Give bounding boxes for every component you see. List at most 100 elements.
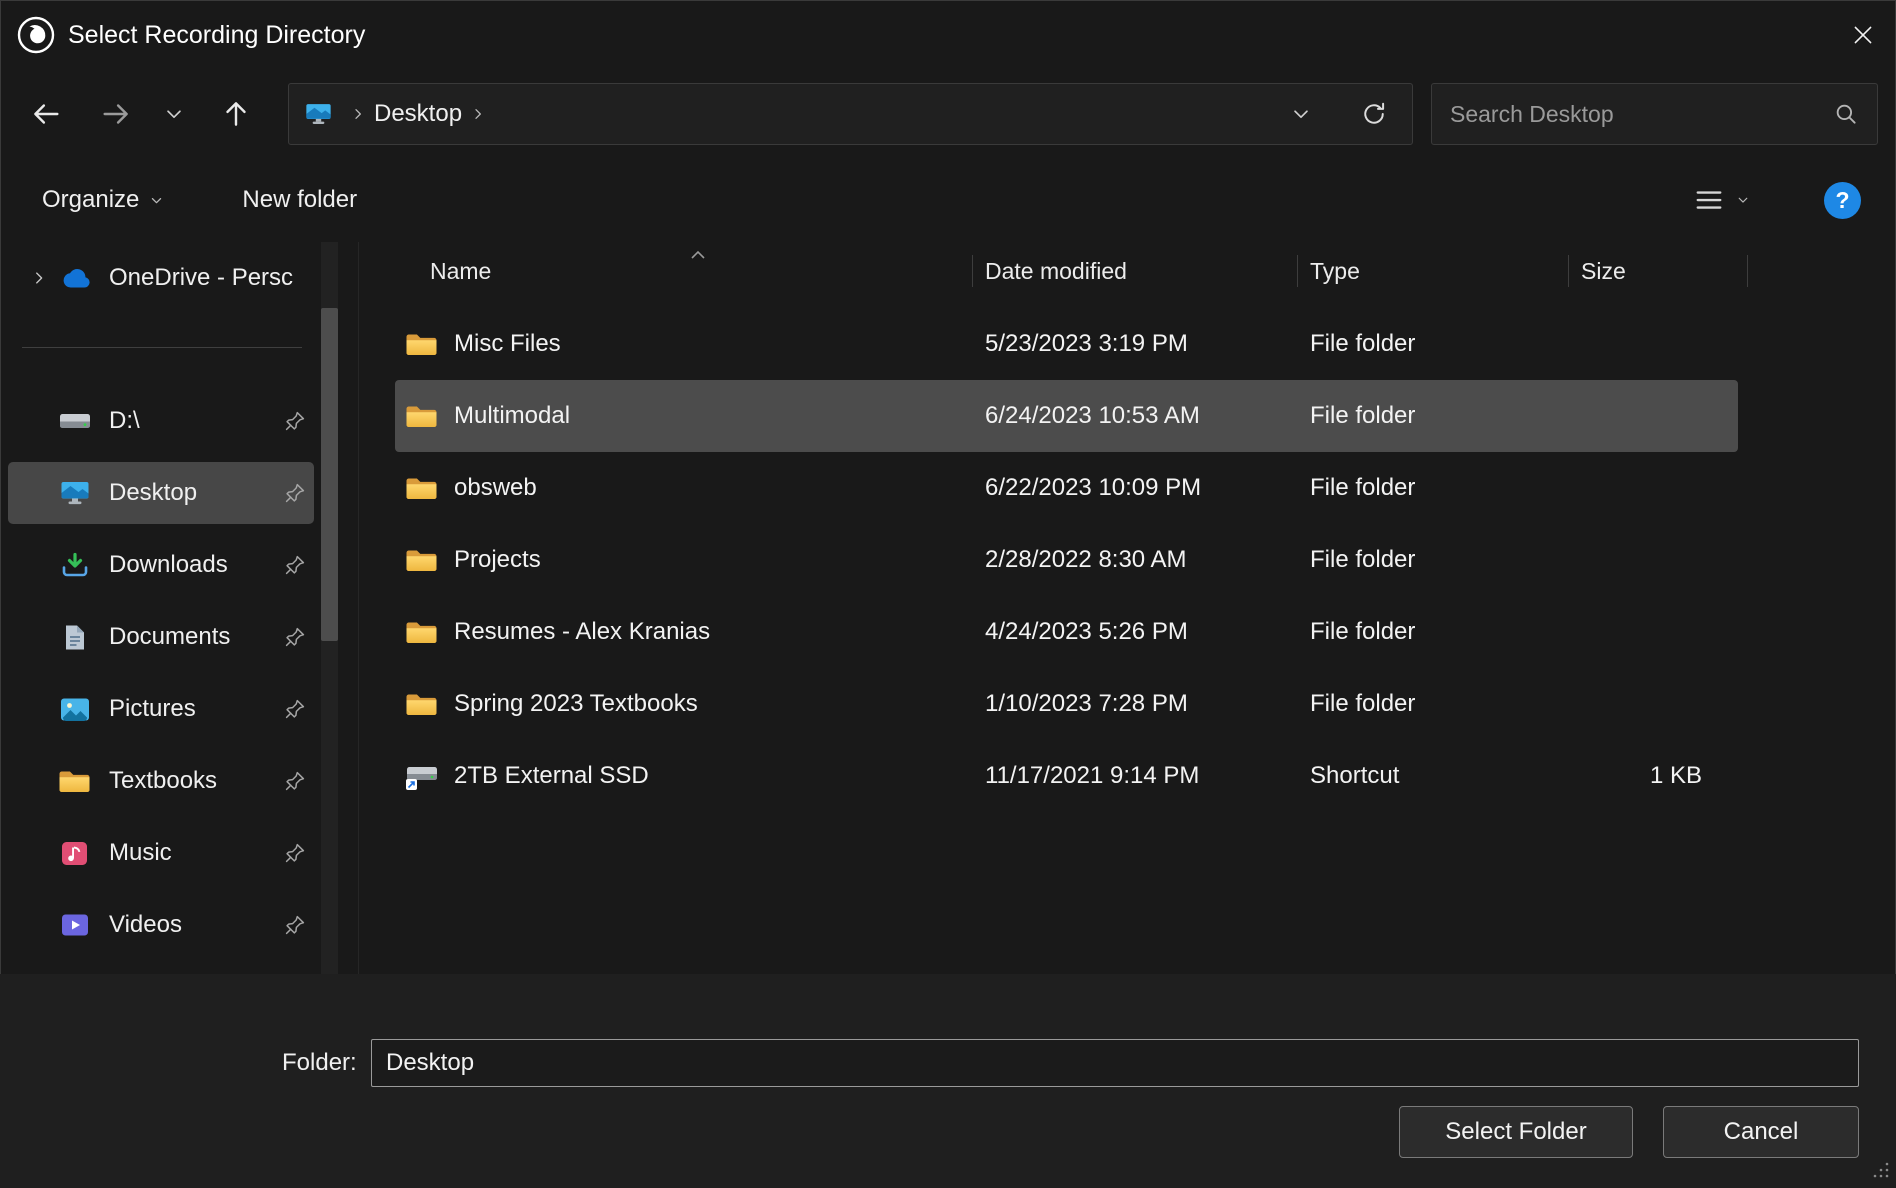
column-header-size[interactable]: Size bbox=[1569, 242, 1748, 300]
folder-label: Folder: bbox=[282, 1039, 357, 1087]
resize-grip[interactable] bbox=[1872, 1161, 1890, 1184]
folder-icon bbox=[405, 619, 438, 646]
help-button[interactable]: ? bbox=[1824, 182, 1861, 219]
view-options-button[interactable] bbox=[1694, 187, 1750, 213]
file-dialog-window: Select Recording Directory Desktop bbox=[0, 0, 1896, 1188]
search-input[interactable] bbox=[1450, 101, 1823, 128]
drive-icon bbox=[58, 409, 91, 433]
navigation-bar: Desktop bbox=[0, 70, 1896, 158]
sidebar-item-label: Pictures bbox=[109, 695, 196, 723]
file-row-2tb-external-ssd[interactable]: 2TB External SSD 11/17/2021 9:14 PMShortc… bbox=[395, 740, 1738, 812]
folder-icon bbox=[405, 475, 438, 502]
sort-ascending-icon bbox=[689, 240, 707, 267]
file-name: obsweb bbox=[454, 474, 537, 502]
file-rows: Misc Files5/23/2023 3:19 PMFile folderMu… bbox=[359, 300, 1896, 812]
file-date-modified: 1/10/2023 7:28 PM bbox=[973, 690, 1298, 718]
sidebar-item-pictures[interactable]: Pictures bbox=[0, 673, 358, 745]
organize-button[interactable]: Organize bbox=[42, 186, 164, 214]
sidebar-item-label: Downloads bbox=[109, 551, 228, 579]
file-date-modified: 4/24/2023 5:26 PM bbox=[973, 618, 1298, 646]
file-type: File folder bbox=[1298, 402, 1569, 430]
pin-icon bbox=[284, 842, 306, 864]
file-row-resumes-alex-kranias[interactable]: Resumes - Alex Kranias4/24/2023 5:26 PMF… bbox=[395, 596, 1738, 668]
file-row-misc-files[interactable]: Misc Files 5/23/2023 3:19 PMFile folder bbox=[395, 308, 1738, 380]
select-folder-button[interactable]: Select Folder bbox=[1399, 1106, 1633, 1158]
documents-icon bbox=[58, 624, 91, 651]
command-toolbar: Organize New folder ? bbox=[0, 158, 1896, 242]
file-type: File folder bbox=[1298, 330, 1569, 358]
music-icon bbox=[58, 841, 91, 866]
close-button[interactable] bbox=[1830, 0, 1896, 70]
onedrive-icon bbox=[58, 268, 91, 289]
file-name: Multimodal bbox=[454, 402, 570, 430]
address-bar[interactable]: Desktop bbox=[288, 83, 1413, 145]
sidebar-item-desktop[interactable]: Desktop bbox=[0, 457, 358, 529]
file-type: File folder bbox=[1298, 690, 1569, 718]
sidebar-item-label: Desktop bbox=[109, 479, 197, 507]
file-type: File folder bbox=[1298, 474, 1569, 502]
column-header-date-modified[interactable]: Date modified bbox=[973, 242, 1298, 300]
file-date-modified: 6/24/2023 10:53 AM bbox=[973, 402, 1298, 430]
dialog-footer: Folder: Select Folder Cancel bbox=[0, 974, 1896, 1188]
details-view-icon bbox=[1694, 187, 1724, 213]
sidebar-item-label: OneDrive - Persc bbox=[109, 264, 293, 292]
sidebar-item-onedrive-persc[interactable]: OneDrive - Persc bbox=[0, 242, 358, 314]
sidebar-item-downloads[interactable]: Downloads bbox=[0, 529, 358, 601]
drive-shortcut-icon bbox=[405, 763, 438, 790]
sidebar-separator bbox=[22, 347, 302, 348]
cancel-button[interactable]: Cancel bbox=[1663, 1106, 1859, 1158]
file-name: 2TB External SSD bbox=[454, 762, 649, 790]
file-date-modified: 2/28/2022 8:30 AM bbox=[973, 546, 1298, 574]
sidebar-item-label: D:\ bbox=[109, 407, 140, 435]
file-date-modified: 5/23/2023 3:19 PM bbox=[973, 330, 1298, 358]
file-row-multimodal[interactable]: Multimodal 6/24/2023 10:53 AMFile folder bbox=[395, 380, 1738, 452]
desktop-icon bbox=[58, 480, 91, 506]
expand-chevron-icon[interactable] bbox=[30, 269, 48, 287]
search-box[interactable] bbox=[1431, 83, 1878, 145]
file-name: Misc Files bbox=[454, 330, 561, 358]
scrollbar-thumb[interactable] bbox=[321, 308, 338, 641]
chevron-down-icon bbox=[149, 193, 164, 208]
up-button[interactable] bbox=[208, 84, 264, 144]
file-date-modified: 11/17/2021 9:14 PM bbox=[973, 762, 1298, 790]
sidebar-item-textbooks[interactable]: Textbooks bbox=[0, 745, 358, 817]
back-button[interactable] bbox=[18, 84, 74, 144]
refresh-icon[interactable] bbox=[1360, 100, 1388, 128]
breadcrumb-location[interactable]: Desktop bbox=[374, 100, 462, 128]
breadcrumb-chevron-icon bbox=[350, 106, 366, 122]
pin-icon bbox=[284, 482, 306, 504]
new-folder-button[interactable]: New folder bbox=[242, 186, 357, 214]
help-glyph: ? bbox=[1835, 187, 1849, 214]
pin-icon bbox=[284, 626, 306, 648]
address-dropdown-icon[interactable] bbox=[1290, 103, 1312, 125]
file-type: Shortcut bbox=[1298, 762, 1569, 790]
sidebar-item-documents[interactable]: Documents bbox=[0, 601, 358, 673]
recent-locations-chevron[interactable] bbox=[152, 84, 196, 144]
sidebar-item-label: Textbooks bbox=[109, 767, 217, 795]
folder-name-input[interactable] bbox=[371, 1039, 1859, 1087]
pin-icon bbox=[284, 554, 306, 576]
navigation-pane: OneDrive - Persc D:\ Desktop Downloads Docum… bbox=[0, 242, 358, 974]
column-header-name[interactable]: Name bbox=[359, 242, 973, 300]
file-name: Projects bbox=[454, 546, 541, 574]
titlebar: Select Recording Directory bbox=[0, 0, 1896, 70]
sidebar-item-d[interactable]: D:\ bbox=[0, 385, 358, 457]
folder-icon bbox=[405, 403, 438, 430]
file-row-projects[interactable]: Projects2/28/2022 8:30 AMFile folder bbox=[395, 524, 1738, 596]
sidebar-item-music[interactable]: Music bbox=[0, 817, 358, 889]
chevron-down-icon bbox=[1736, 193, 1750, 207]
column-header-type[interactable]: Type bbox=[1298, 242, 1569, 300]
file-name: Resumes - Alex Kranias bbox=[454, 618, 710, 646]
column-headers: Name Date modified Type Size bbox=[359, 242, 1896, 300]
search-icon bbox=[1833, 101, 1859, 127]
breadcrumb-chevron-icon[interactable] bbox=[470, 106, 486, 122]
videos-icon bbox=[58, 913, 91, 937]
pin-icon bbox=[284, 914, 306, 936]
sidebar-item-videos[interactable]: Videos bbox=[0, 889, 358, 961]
sidebar-list: OneDrive - Persc D:\ Desktop Downloads Docum… bbox=[0, 242, 358, 961]
folder-icon bbox=[405, 331, 438, 358]
forward-button[interactable] bbox=[88, 84, 144, 144]
window-title: Select Recording Directory bbox=[68, 21, 365, 50]
file-row-spring-2023-textbooks[interactable]: Spring 2023 Textbooks1/10/2023 7:28 PMFi… bbox=[395, 668, 1738, 740]
file-row-obsweb[interactable]: obsweb6/22/2023 10:09 PMFile folder bbox=[395, 452, 1738, 524]
